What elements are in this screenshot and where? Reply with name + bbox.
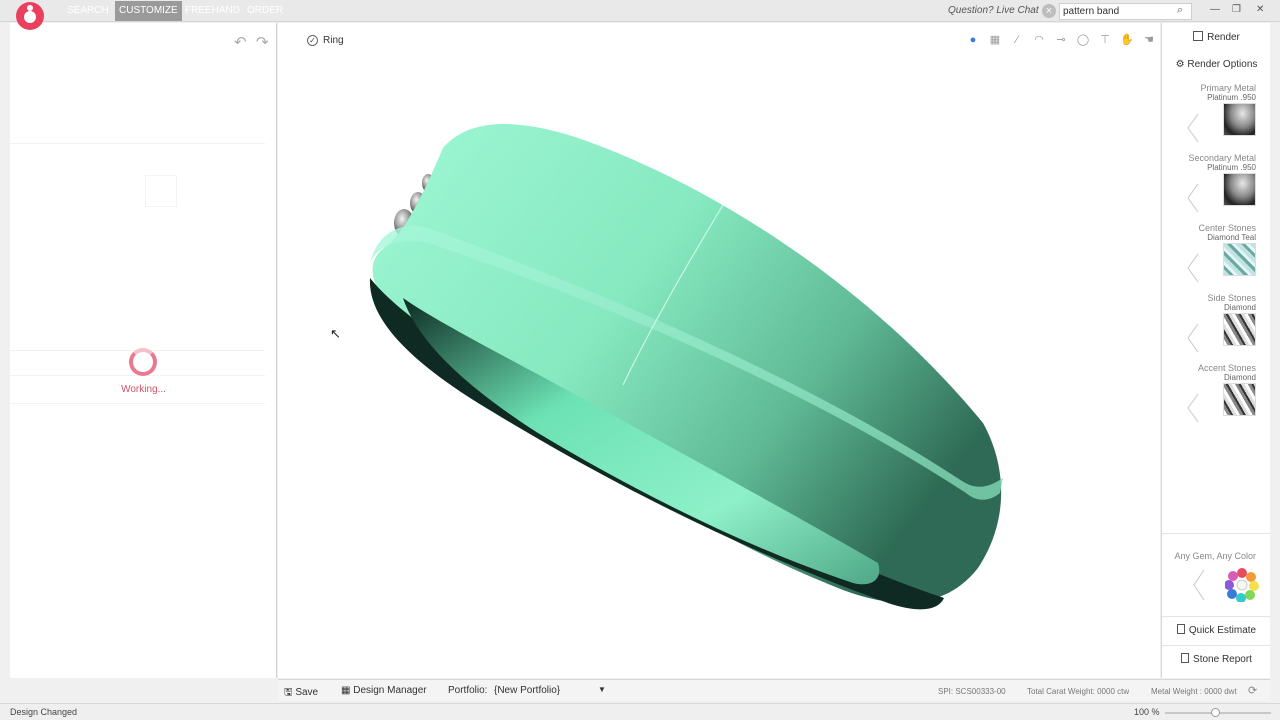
quick-estimate-label: Quick Estimate xyxy=(1188,625,1257,636)
material-title: Side Stones xyxy=(1207,293,1256,303)
gem-swatch[interactable] xyxy=(1223,313,1256,346)
redo-icon[interactable]: ↷ xyxy=(256,33,269,51)
report-icon xyxy=(1181,653,1190,663)
pin-icon[interactable]: ⊤ xyxy=(1098,33,1112,47)
3d-viewport[interactable]: ✓ Ring ● ▦ ⁄ ◠ ⊸ ◯ ⊤ ✋ ☚ ↖ xyxy=(278,23,1160,678)
undo-icon[interactable]: ↶ xyxy=(234,33,247,51)
divider xyxy=(10,403,265,404)
live-chat-link[interactable]: Question? Live Chat xyxy=(948,5,1039,16)
restore-icon[interactable]: ❐ xyxy=(1232,4,1241,15)
ring-label-group[interactable]: ✓ Ring xyxy=(307,35,344,46)
bottom-toolbar: 🖫 Save ▦ Design Manager Portfolio: {New … xyxy=(278,679,1270,701)
spi-readout: SPI: SCS00333-00 xyxy=(938,687,1006,696)
portfolio-label: Portfolio: xyxy=(448,685,488,696)
metal-weight: Metal Weight : 0000 dwt xyxy=(1151,687,1237,696)
save-label: Save xyxy=(295,687,319,698)
zoom-slider[interactable] xyxy=(1165,708,1271,717)
app-logo[interactable] xyxy=(16,2,44,30)
metal-swatch[interactable] xyxy=(1223,103,1256,136)
material-value: Diamond xyxy=(1223,303,1256,312)
view-toolbar: ● ▦ ⁄ ◠ ⊸ ◯ ⊤ ✋ ☚ xyxy=(966,33,1156,47)
wand-icon[interactable]: ⁄ xyxy=(1010,33,1024,47)
material-title: Primary Metal xyxy=(1200,83,1256,93)
chevron-left-icon[interactable] xyxy=(1186,183,1200,213)
render-label: Render xyxy=(1207,32,1240,43)
render-options-label: Render Options xyxy=(1187,59,1258,70)
save-button[interactable]: 🖫 Save xyxy=(284,685,318,702)
portfolio-select[interactable]: {New Portfolio} xyxy=(494,685,606,696)
gem-swatch[interactable] xyxy=(1223,243,1256,276)
stone-report-label: Stone Report xyxy=(1193,654,1252,665)
stone-report-button[interactable]: Stone Report xyxy=(1162,645,1271,673)
material-title: Secondary Metal xyxy=(1188,153,1256,163)
placeholder-box xyxy=(145,175,177,207)
right-panel: Render ⚙ Render Options Primary Metal Pl… xyxy=(1161,23,1271,678)
search-input[interactable] xyxy=(1059,3,1192,20)
material-value: Platinum .950 xyxy=(1207,163,1256,172)
material-primary-metal[interactable]: Primary Metal Platinum .950 xyxy=(1162,83,1271,151)
arc-icon[interactable]: ◠ xyxy=(1032,33,1046,47)
gear-icon: ⚙ xyxy=(1175,59,1188,70)
any-gem-title: Any Gem, Any Color xyxy=(1174,551,1256,561)
material-accent-stones[interactable]: Accent Stones Diamond xyxy=(1162,363,1271,431)
material-value: Platinum .950 xyxy=(1207,93,1256,102)
clear-search-icon[interactable]: × xyxy=(1042,4,1056,18)
floppy-icon: 🖫 xyxy=(284,687,296,698)
top-bar: SEARCH CUSTOMIZE FREEHAND ORDER Question… xyxy=(0,0,1280,22)
render-button[interactable]: Render xyxy=(1162,31,1271,43)
chevron-left-icon[interactable] xyxy=(1186,253,1200,283)
gem-swatch[interactable] xyxy=(1223,383,1256,416)
metal-swatch[interactable] xyxy=(1223,173,1256,206)
chevron-left-icon[interactable] xyxy=(1186,113,1200,143)
divider xyxy=(10,143,265,144)
design-manager-label: Design Manager xyxy=(353,685,427,696)
quick-estimate-button[interactable]: Quick Estimate xyxy=(1162,616,1271,644)
grid-icon: ▦ xyxy=(341,685,354,696)
minimize-icon[interactable]: — xyxy=(1210,4,1220,15)
material-title: Accent Stones xyxy=(1197,363,1256,373)
working-label: Working... xyxy=(121,384,166,395)
sphere-view-icon[interactable]: ● xyxy=(966,33,980,47)
status-text: Design Changed xyxy=(10,707,78,717)
render-icon xyxy=(1193,31,1204,41)
link-icon[interactable]: ⊸ xyxy=(1054,33,1068,47)
chevron-left-icon[interactable] xyxy=(1192,569,1206,601)
render-options-button[interactable]: ⚙ Render Options xyxy=(1162,59,1271,70)
grid-view-icon[interactable]: ▦ xyxy=(988,33,1002,47)
design-manager-button[interactable]: ▦ Design Manager xyxy=(341,685,427,696)
left-panel: ↶ ↷ Working... xyxy=(10,23,277,678)
chevron-left-icon[interactable] xyxy=(1186,393,1200,423)
loading-spinner-icon xyxy=(129,348,157,376)
hand-icon[interactable]: ✋ xyxy=(1120,33,1134,47)
check-icon[interactable]: ✓ xyxy=(307,35,318,46)
divider xyxy=(1162,533,1271,534)
material-secondary-metal[interactable]: Secondary Metal Platinum .950 xyxy=(1162,153,1271,221)
nav-tab-freehand[interactable]: FREEHAND xyxy=(181,1,244,21)
search-icon[interactable]: ⌕ xyxy=(1177,4,1183,17)
material-title: Center Stones xyxy=(1198,223,1256,233)
nav-tab-customize[interactable]: CUSTOMIZE xyxy=(115,1,182,21)
ring-model[interactable] xyxy=(278,23,1160,678)
refresh-icon[interactable]: ⟳ xyxy=(1248,684,1257,697)
status-bar: Design Changed 100 % xyxy=(0,703,1280,720)
mouse-cursor-icon: ↖ xyxy=(330,326,341,341)
zoom-level: 100 % xyxy=(1134,707,1160,717)
nav-tab-order[interactable]: ORDER xyxy=(243,1,287,21)
material-side-stones[interactable]: Side Stones Diamond xyxy=(1162,293,1271,361)
close-icon[interactable]: ✕ xyxy=(1256,4,1264,15)
dropdown-caret-icon[interactable]: ▼ xyxy=(598,685,606,694)
calculator-icon xyxy=(1176,624,1185,634)
total-carat-weight: Total Carat Weight: 0000 ctw xyxy=(1027,687,1130,696)
material-value: Diamond xyxy=(1223,373,1256,382)
zoom-slider-thumb[interactable] xyxy=(1210,708,1220,717)
nav-tab-search[interactable]: SEARCH xyxy=(63,1,113,21)
pan-icon[interactable]: ☚ xyxy=(1142,33,1156,47)
color-wheel-icon[interactable] xyxy=(1225,568,1259,602)
material-center-stones[interactable]: Center Stones Diamond Teal xyxy=(1162,223,1271,291)
chevron-left-icon[interactable] xyxy=(1186,323,1200,353)
ring-size-icon[interactable]: ◯ xyxy=(1076,33,1090,47)
material-value: Diamond Teal xyxy=(1207,233,1256,242)
ring-label: Ring xyxy=(323,35,344,46)
